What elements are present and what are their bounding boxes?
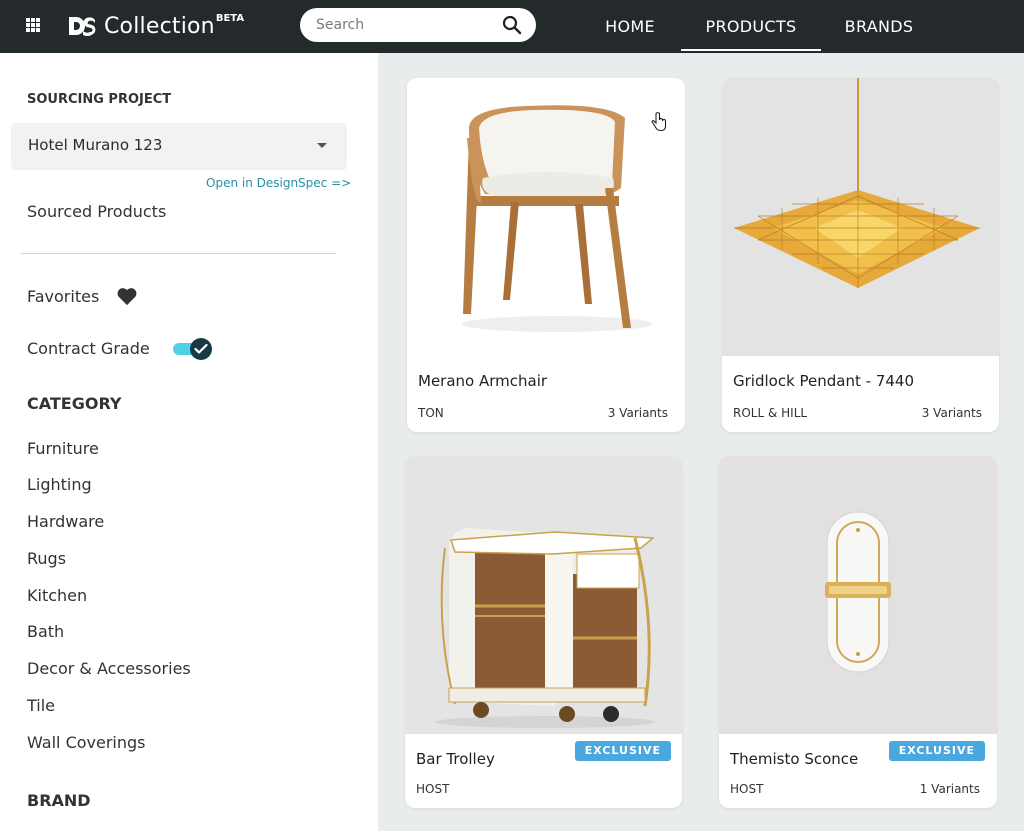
search-icon[interactable] xyxy=(502,15,522,35)
product-title[interactable]: Themisto Sconce xyxy=(730,750,858,768)
product-title[interactable]: Merano Armchair xyxy=(418,372,547,390)
beta-badge: BETA xyxy=(215,12,245,24)
product-variants: 3 Variants xyxy=(921,406,982,420)
hand-cursor-icon xyxy=(651,112,666,132)
category-item-bath[interactable]: Bath xyxy=(27,622,64,641)
contract-grade-label: Contract Grade xyxy=(27,339,150,358)
exclusive-badge: EXCLUSIVE xyxy=(574,741,671,761)
brand-heading: BRAND xyxy=(27,791,91,810)
logo-mark-icon xyxy=(69,17,96,36)
product-brand: HOST xyxy=(416,782,450,796)
app-logo[interactable]: Collection BETA xyxy=(68,12,244,40)
exclusive-badge: EXCLUSIVE xyxy=(888,741,985,761)
product-variants: 3 Variants xyxy=(607,406,668,420)
nav-products[interactable]: PRODUCTS xyxy=(681,0,821,53)
category-item-wall-coverings[interactable]: Wall Coverings xyxy=(27,733,146,752)
contract-grade-toggle[interactable] xyxy=(173,338,213,360)
category-item-hardware[interactable]: Hardware xyxy=(27,512,104,531)
category-item-tile[interactable]: Tile xyxy=(27,696,55,715)
project-select-value: Hotel Murano 123 xyxy=(28,136,163,154)
product-title[interactable]: Gridlock Pendant - 7440 xyxy=(733,372,914,390)
favorites-link[interactable]: Favorites xyxy=(27,287,99,306)
category-item-kitchen[interactable]: Kitchen xyxy=(27,586,87,605)
product-title[interactable]: Bar Trolley xyxy=(416,750,495,768)
category-item-lighting[interactable]: Lighting xyxy=(27,475,92,494)
category-item-rugs[interactable]: Rugs xyxy=(27,549,66,568)
divider xyxy=(21,253,336,254)
product-variants: 1 Variants xyxy=(919,782,980,796)
check-icon xyxy=(194,343,208,354)
category-item-furniture[interactable]: Furniture xyxy=(27,439,99,458)
nav-brands[interactable]: BRANDS xyxy=(836,0,922,53)
product-brand: TON xyxy=(418,406,444,420)
search-box[interactable] xyxy=(300,8,536,42)
product-brand: ROLL & HILL xyxy=(733,406,808,420)
sourcing-project-heading: SOURCING PROJECT xyxy=(27,92,172,107)
category-item-decor-accessories[interactable]: Decor & Accessories xyxy=(27,659,191,678)
apps-grid-icon[interactable] xyxy=(26,18,40,32)
product-image-sconce xyxy=(719,456,997,734)
product-card[interactable]: Themisto Sconce EXCLUSIVE HOST 1 Variant… xyxy=(719,456,997,808)
search-input[interactable] xyxy=(316,14,496,36)
product-image-bar-trolley xyxy=(405,456,682,734)
product-card[interactable]: Merano Armchair TON 3 Variants xyxy=(407,78,685,432)
category-heading: CATEGORY xyxy=(27,394,122,413)
product-card[interactable]: Bar Trolley EXCLUSIVE HOST xyxy=(405,456,682,808)
heart-icon[interactable] xyxy=(116,286,138,306)
open-in-designspec-link[interactable]: Open in DesignSpec => xyxy=(206,176,351,190)
chevron-down-icon xyxy=(317,143,327,148)
sourced-products-link[interactable]: Sourced Products xyxy=(27,202,166,221)
top-bar: Collection BETA HOME PRODUCTS BRANDS xyxy=(0,0,1024,53)
product-brand: HOST xyxy=(730,782,764,796)
toggle-knob xyxy=(190,338,212,360)
logo-text: Collection xyxy=(104,13,215,39)
project-select[interactable]: Hotel Murano 123 xyxy=(11,123,347,170)
nav-home[interactable]: HOME xyxy=(590,0,670,53)
sidebar: SOURCING PROJECT Hotel Murano 123 Open i… xyxy=(0,53,378,831)
product-card[interactable]: Gridlock Pendant - 7440 ROLL & HILL 3 Va… xyxy=(722,78,999,432)
product-image-armchair xyxy=(407,78,685,356)
product-image-pendant xyxy=(722,78,999,356)
